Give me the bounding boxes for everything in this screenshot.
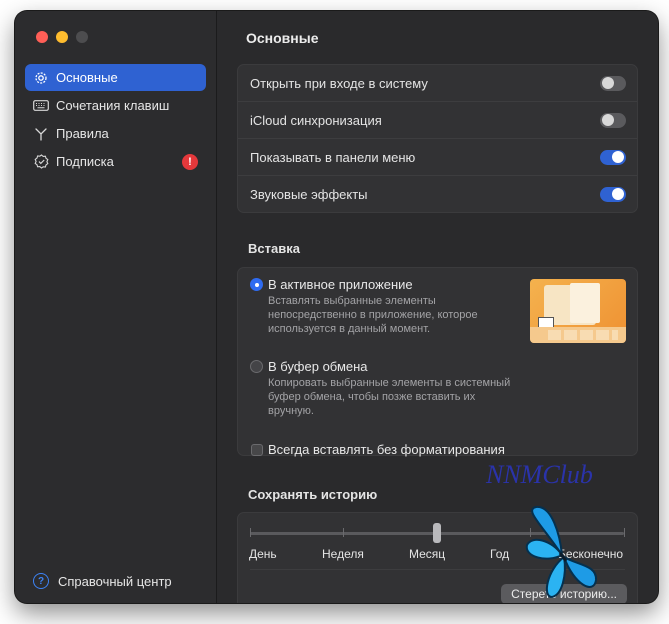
question-circle-icon: ?: [33, 573, 49, 589]
setting-row-icloud-sync: iCloud синхронизация: [238, 102, 637, 139]
plain-text-label: Всегда вставлять без форматирования: [268, 442, 505, 457]
setting-label: iCloud синхронизация: [250, 112, 382, 128]
sidebar-item-subscription[interactable]: Подписка !: [25, 148, 206, 175]
slider-label-month: Месяц: [409, 547, 446, 561]
paste-section-title: Вставка: [248, 241, 300, 256]
help-center-link[interactable]: ? Справочный центр: [33, 573, 172, 589]
setting-label: Звуковые эффекты: [250, 186, 368, 202]
close-button[interactable]: [36, 31, 48, 43]
icloud-sync-toggle[interactable]: [600, 112, 626, 128]
paste-clipboard-label: В буфер обмена: [268, 359, 368, 374]
slider-tick: [624, 528, 625, 537]
setting-row-menu-bar: Показывать в панели меню: [238, 139, 637, 176]
sidebar-item-label: Сочетания клавиш: [56, 98, 170, 113]
sidebar-item-general[interactable]: Основные: [25, 64, 206, 91]
history-slider-thumb[interactable]: [433, 523, 441, 543]
window-controls: [36, 31, 88, 43]
sidebar-nav: Основные Сочетания клавиш Правила Подпис…: [25, 64, 206, 176]
setting-label: Показывать в панели меню: [250, 149, 416, 165]
plain-text-checkbox[interactable]: [251, 444, 263, 456]
paste-active-app-radio[interactable]: [250, 278, 263, 291]
paste-clipboard-description: Копировать выбранные элементы в системны…: [268, 377, 511, 417]
paste-active-app-label: В активное приложение: [268, 277, 413, 292]
alert-badge: !: [182, 154, 198, 170]
paste-active-app-description: Вставлять выбранные элементы непосредств…: [268, 295, 478, 335]
slider-label-week: Неделя: [322, 547, 364, 561]
paste-settings-group: В активное приложение Вставлять выбранны…: [237, 267, 638, 457]
sidebar-item-shortcuts[interactable]: Сочетания клавиш: [25, 92, 206, 119]
setting-row-sound-effects: Звуковые эффекты: [238, 176, 637, 212]
minimize-button[interactable]: [56, 31, 68, 43]
slider-label-year: Год: [490, 547, 510, 561]
branch-icon: [33, 126, 49, 142]
help-center-label: Справочный центр: [58, 573, 172, 589]
sidebar-item-label: Основные: [56, 70, 118, 85]
paste-clipboard-radio[interactable]: [250, 360, 263, 373]
sound-effects-toggle[interactable]: [600, 186, 626, 202]
slider-label-day: День: [249, 547, 277, 561]
sidebar-item-label: Подписка: [56, 154, 114, 169]
sidebar-item-rules[interactable]: Правила: [25, 120, 206, 147]
page-title: Основные: [246, 30, 319, 46]
setting-label: Открыть при входе в систему: [250, 75, 428, 91]
slider-tick: [250, 528, 251, 537]
watermark-text: NNMClub: [486, 460, 593, 489]
sidebar: Основные Сочетания клавиш Правила Подпис…: [15, 11, 217, 603]
butterfly-icon: [525, 505, 598, 599]
general-settings-group: Открыть при входе в систему iCloud синхр…: [237, 64, 638, 213]
zoom-button[interactable]: [76, 31, 88, 43]
sidebar-item-label: Правила: [56, 126, 109, 141]
keyboard-icon: [33, 98, 49, 114]
paste-preview-image: [530, 279, 626, 343]
menu-bar-toggle[interactable]: [600, 149, 626, 165]
gear-icon: [33, 70, 49, 86]
launch-at-login-toggle[interactable]: [600, 75, 626, 91]
slider-tick: [343, 528, 344, 537]
setting-row-launch-at-login: Открыть при входе в систему: [238, 65, 637, 102]
history-section-title: Сохранять историю: [248, 487, 378, 502]
checkmark-seal-icon: [33, 154, 49, 170]
